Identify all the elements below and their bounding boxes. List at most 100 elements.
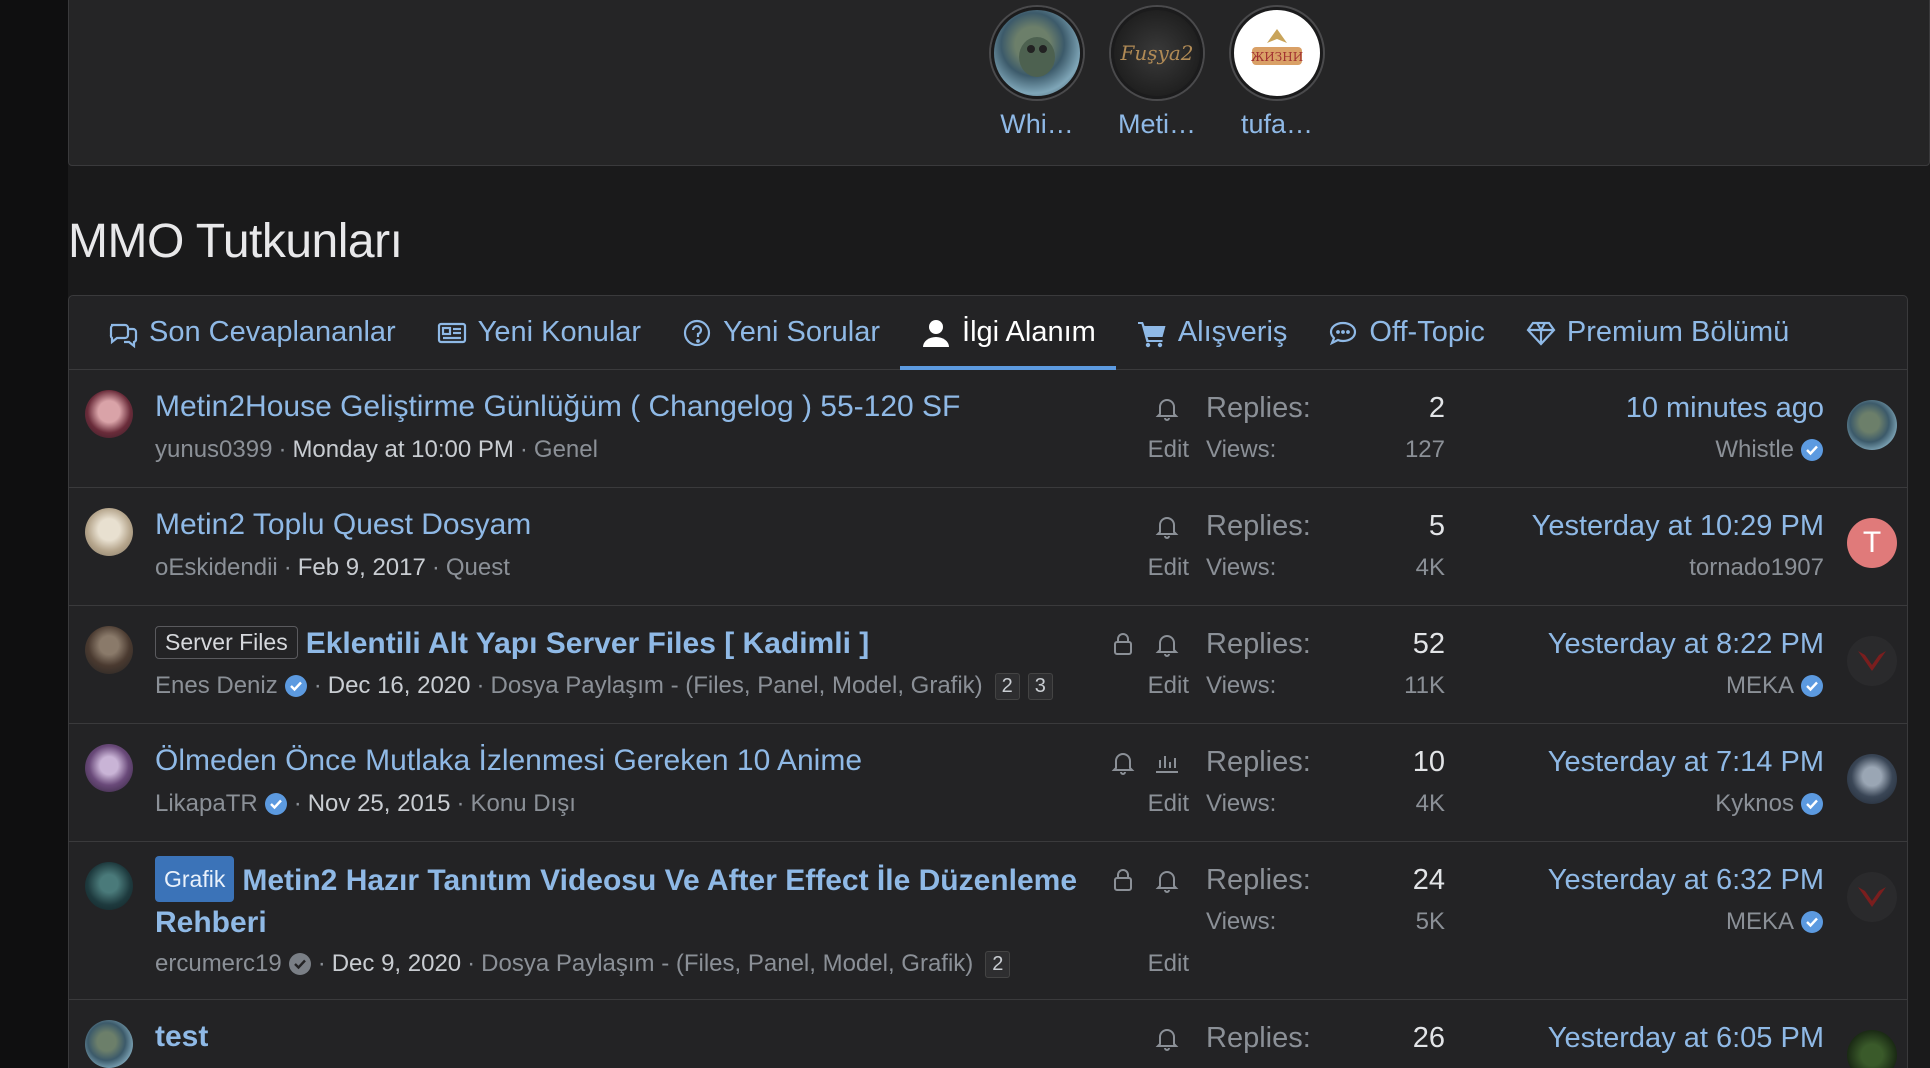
favorite-item[interactable]: Whi… [989, 7, 1085, 140]
last-post-date[interactable]: Yesterday at 7:14 PM [1548, 746, 1824, 779]
replies-count: 10 [1412, 746, 1445, 778]
thread-date[interactable]: Dec 9, 2020 [332, 950, 461, 978]
author-avatar[interactable] [85, 1020, 133, 1068]
views-label: Views: [1206, 672, 1277, 699]
meta-separator: · [278, 436, 287, 463]
views-label: Views: [1206, 908, 1277, 935]
meta-separator: · [317, 950, 326, 977]
thread-author[interactable]: ercumerc19 [155, 950, 282, 978]
last-post-user: Whistle [1715, 436, 1824, 464]
author-avatar[interactable] [85, 508, 133, 556]
thread-meta: oEskidendii · Feb 9, 2017 · Quest [155, 554, 510, 582]
cart-icon [1137, 321, 1166, 347]
edit-link[interactable]: Edit [1148, 672, 1189, 700]
author-avatar[interactable] [85, 862, 133, 910]
tab-yeni-konular[interactable]: Yeni Konular [416, 296, 661, 369]
favorite-item[interactable]: ЖИЗНИ tufa… [1229, 7, 1325, 140]
fusya2-avatar[interactable]: Fuşya2 [1111, 7, 1203, 99]
thread-date[interactable]: Monday at 10:00 PM [292, 436, 513, 464]
author-avatar[interactable] [85, 390, 133, 438]
bell-icon [1155, 871, 1179, 893]
page-jump-link[interactable]: 2 [985, 950, 1011, 978]
replies-count: 26 [1412, 1022, 1445, 1054]
thread-forum[interactable]: Dosya Paylaşım - (Files, Panel, Model, G… [491, 672, 983, 700]
author-avatar[interactable] [85, 626, 133, 674]
views-count: 4K [1415, 554, 1445, 581]
edit-link[interactable]: Edit [1148, 950, 1189, 978]
last-post-avatar[interactable]: T [1847, 518, 1897, 568]
thread-forum[interactable]: Quest [446, 554, 510, 582]
tab-label: Off-Topic [1369, 316, 1485, 348]
verified-badge-icon [288, 953, 311, 975]
page-jump-link[interactable]: 2 [994, 672, 1020, 700]
last-post-date[interactable]: Yesterday at 10:29 PM [1532, 510, 1824, 543]
thread-list-block: Son Cevaplananlar Yeni Konular Yeni Soru… [68, 295, 1908, 1068]
thread-date[interactable]: Feb 9, 2017 [298, 554, 426, 582]
thread-prefix-label[interactable]: Server Files [155, 626, 298, 659]
thread-title[interactable]: Metin2 Hazır Tanıtım Videosu Ve After Ef… [155, 864, 1077, 939]
thread-title[interactable]: test [155, 1020, 208, 1054]
views-label: Views: [1206, 790, 1277, 817]
views-count: 4K [1415, 790, 1445, 817]
thread-author[interactable]: oEskidendii [155, 554, 278, 582]
thread-status-icons [1153, 394, 1181, 422]
last-post-avatar[interactable] [1847, 1030, 1897, 1068]
page-jump-link[interactable]: 3 [1027, 672, 1053, 700]
tab-premium-bolumu[interactable]: Premium Bölümü [1505, 296, 1809, 369]
last-post-username[interactable]: MEKA [1726, 908, 1794, 936]
svg-text:ЖИЗНИ: ЖИЗНИ [1251, 50, 1303, 64]
last-post-avatar[interactable] [1847, 872, 1897, 922]
edit-link[interactable]: Edit [1148, 790, 1189, 818]
last-post-avatar[interactable] [1847, 400, 1897, 450]
thread-meta: ercumerc19 · Dec 9, 2020 · Dosya Paylaşım… [155, 950, 1011, 978]
last-post-date[interactable]: Yesterday at 6:32 PM [1548, 864, 1824, 897]
thread-forum[interactable]: Dosya Paylaşım - (Files, Panel, Model, G… [481, 950, 973, 978]
last-post-username[interactable]: MEKA [1726, 672, 1794, 700]
bell-icon [1111, 753, 1135, 775]
thread-forum[interactable]: Genel [534, 436, 598, 464]
last-post-username[interactable]: tornado1907 [1689, 554, 1824, 582]
last-post-avatar[interactable] [1847, 754, 1897, 804]
tufan-avatar[interactable]: ЖИЗНИ [1231, 7, 1323, 99]
thread-date[interactable]: Dec 16, 2020 [328, 672, 471, 700]
meta-separator: · [467, 950, 476, 977]
last-post-avatar[interactable] [1847, 636, 1897, 686]
tab-son-cevaplananlar[interactable]: Son Cevaplananlar [87, 296, 416, 369]
last-post-date[interactable]: Yesterday at 6:05 PM [1548, 1022, 1824, 1055]
thread-prefix-label[interactable]: Grafik [155, 856, 235, 902]
thread-meta: yunus0399 · Monday at 10:00 PM · Genel [155, 436, 598, 464]
lock-icon [1114, 869, 1132, 891]
edit-link[interactable]: Edit [1148, 554, 1189, 582]
tab-label: İlgi Alanım [962, 316, 1096, 348]
favorite-item[interactable]: Fuşya2 Meti… [1109, 7, 1205, 140]
thread-meta: LikapaTR · Nov 25, 2015 · Konu Dışı [155, 790, 576, 818]
thread-title[interactable]: Metin2 Toplu Quest Dosyam [155, 508, 531, 542]
thread-author[interactable]: Enes Deniz [155, 672, 278, 700]
last-post-user: MEKA [1726, 908, 1824, 936]
last-post-date[interactable]: Yesterday at 8:22 PM [1548, 628, 1824, 661]
thread-title[interactable]: Metin2House Geliştirme Günlüğüm ( Change… [155, 390, 960, 424]
favorite-name[interactable]: Whi… [1000, 109, 1074, 140]
whistle-avatar[interactable] [991, 7, 1083, 99]
user-icon [923, 319, 950, 347]
thread-author[interactable]: yunus0399 [155, 436, 272, 464]
views-count: 11K [1404, 672, 1445, 699]
edit-link[interactable]: Edit [1148, 436, 1189, 464]
last-post-date[interactable]: 10 minutes ago [1626, 392, 1824, 425]
tab-ilgi-alanim[interactable]: İlgi Alanım [900, 296, 1116, 370]
favorite-name[interactable]: Meti… [1118, 109, 1196, 140]
thread-title[interactable]: Ölmeden Önce Mutlaka İzlenmesi Gereken 1… [155, 744, 862, 778]
tab-off-topic[interactable]: Off-Topic [1307, 296, 1505, 369]
tab-alisveris[interactable]: Alışveriş [1116, 296, 1308, 369]
author-avatar[interactable] [85, 744, 133, 792]
favorite-name[interactable]: tufa… [1241, 109, 1313, 140]
replies-label: Replies: [1206, 510, 1311, 542]
thread-forum[interactable]: Konu Dışı [471, 790, 576, 818]
meta-separator: · [283, 554, 292, 581]
last-post-username[interactable]: Kyknos [1715, 790, 1794, 818]
thread-author[interactable]: LikapaTR [155, 790, 258, 818]
thread-title[interactable]: Eklentili Alt Yapı Server Files [ Kadiml… [306, 627, 870, 660]
thread-date[interactable]: Nov 25, 2015 [308, 790, 451, 818]
last-post-username[interactable]: Whistle [1715, 436, 1794, 464]
tab-yeni-sorular[interactable]: Yeni Sorular [661, 296, 900, 369]
